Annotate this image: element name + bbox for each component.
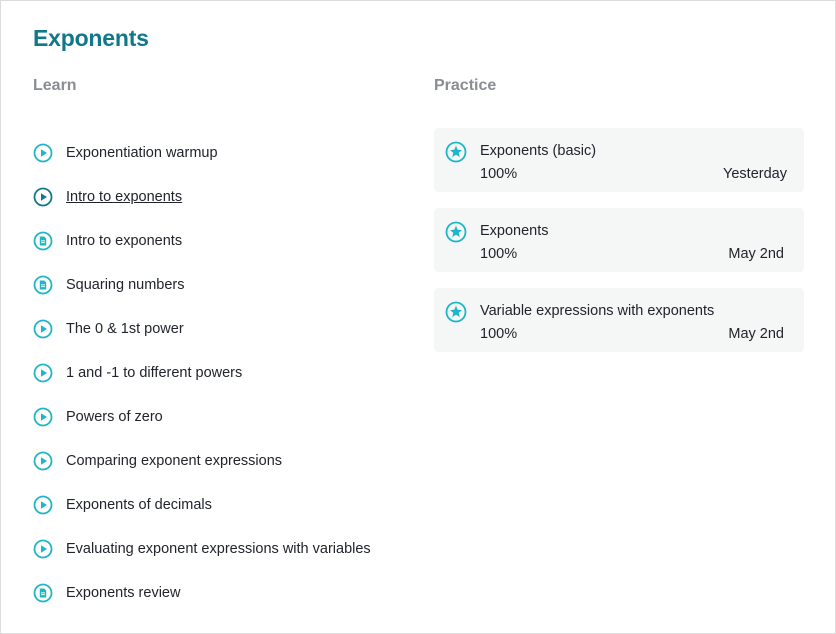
article-icon xyxy=(33,583,53,603)
practice-title: Variable expressions with exponents xyxy=(480,303,715,319)
learn-item-label: Exponentiation warmup xyxy=(66,145,218,161)
play-icon xyxy=(33,143,53,163)
learn-item-label: Powers of zero xyxy=(66,409,163,425)
practice-date: May 2nd xyxy=(728,326,784,342)
learn-item[interactable]: The 0 & 1st power xyxy=(33,318,371,340)
learn-item[interactable]: Squaring numbers xyxy=(33,274,371,296)
learn-list: Exponentiation warmup Intro to exponents I… xyxy=(33,142,371,626)
learn-item[interactable]: Exponents review xyxy=(33,582,371,604)
learn-item-label: Comparing exponent expressions xyxy=(66,453,283,469)
learn-item[interactable]: Evaluating exponent expressions with var… xyxy=(33,538,371,560)
practice-date: May 2nd xyxy=(728,246,784,262)
practice-list: Exponents (basic) 100% Yesterday Exponents 1… xyxy=(434,128,804,368)
play-icon xyxy=(33,187,53,207)
learn-item[interactable]: Exponents of decimals xyxy=(33,494,371,516)
learn-item[interactable]: Comparing exponent expressions xyxy=(33,450,371,472)
practice-card[interactable]: Exponents 100% May 2nd xyxy=(434,208,804,272)
learn-item-label: The 0 & 1st power xyxy=(66,321,184,337)
learn-item-label: Exponents of decimals xyxy=(66,497,212,513)
learn-item[interactable]: Powers of zero xyxy=(33,406,371,428)
learn-item-label: Intro to exponents xyxy=(66,233,183,249)
play-icon xyxy=(33,451,53,471)
learn-item-label: Intro to exponents xyxy=(66,189,183,205)
learn-heading: Learn xyxy=(33,77,77,94)
star-icon xyxy=(445,221,467,243)
unit-title: Exponents xyxy=(33,25,149,51)
practice-date: Yesterday xyxy=(723,166,787,182)
learn-item[interactable]: 1 and -1 to different powers xyxy=(33,362,371,384)
learn-item[interactable]: Intro to exponents xyxy=(33,230,371,252)
practice-score: 100% xyxy=(480,246,518,262)
learn-item[interactable]: Exponentiation warmup xyxy=(33,142,371,164)
unit-card: Exponents Learn Practice Exponentiation … xyxy=(0,0,836,634)
practice-title: Exponents xyxy=(480,223,549,239)
article-icon xyxy=(33,231,53,251)
practice-heading: Practice xyxy=(434,77,497,94)
practice-card[interactable]: Variable expressions with exponents 100% M… xyxy=(434,288,804,352)
practice-card[interactable]: Exponents (basic) 100% Yesterday xyxy=(434,128,804,192)
learn-item-label: Evaluating exponent expressions with var… xyxy=(66,541,371,557)
play-icon xyxy=(33,319,53,339)
learn-item-label: 1 and -1 to different powers xyxy=(66,365,243,381)
play-icon xyxy=(33,407,53,427)
practice-score: 100% xyxy=(480,166,518,182)
practice-title: Exponents (basic) xyxy=(480,143,597,159)
learn-item-label: Exponents review xyxy=(66,585,181,601)
star-icon xyxy=(445,301,467,323)
star-icon xyxy=(445,141,467,163)
play-icon xyxy=(33,495,53,515)
learn-item[interactable]: Intro to exponents xyxy=(33,186,371,208)
play-icon xyxy=(33,539,53,559)
learn-item-label: Squaring numbers xyxy=(66,277,185,293)
practice-score: 100% xyxy=(480,326,518,342)
play-icon xyxy=(33,363,53,383)
article-icon xyxy=(33,275,53,295)
